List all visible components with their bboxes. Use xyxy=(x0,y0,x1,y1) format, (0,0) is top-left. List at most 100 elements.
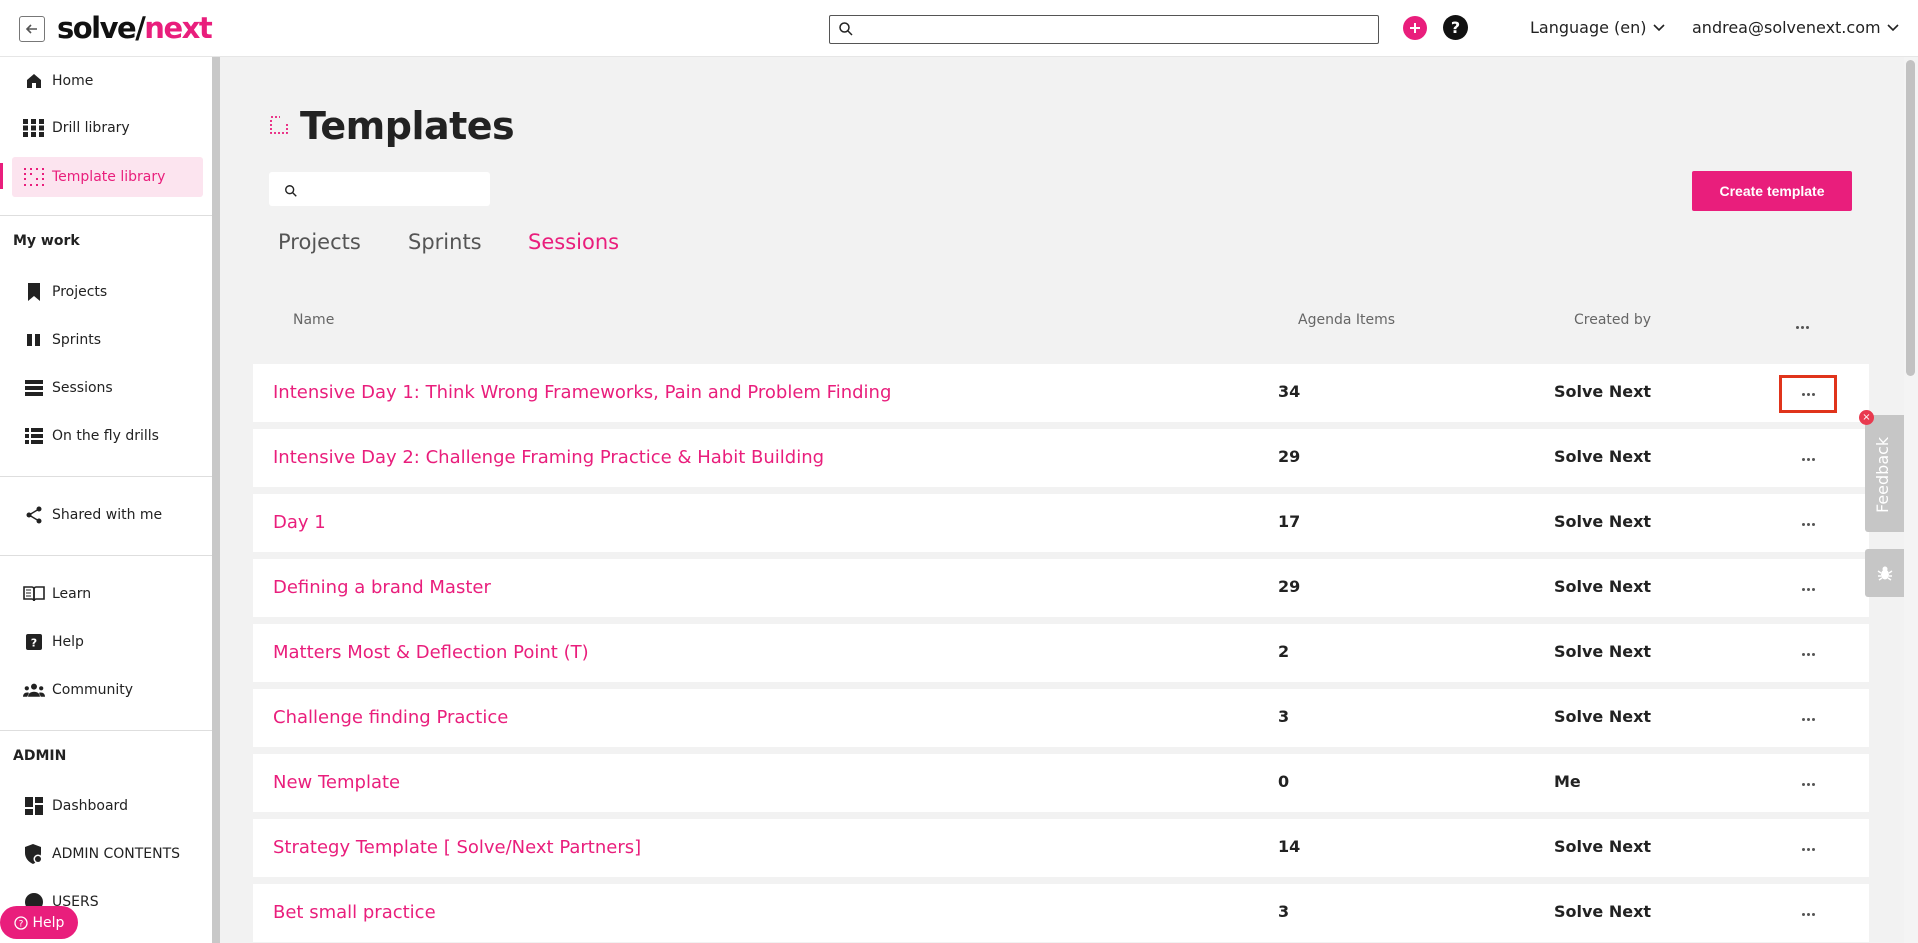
row-actions-button[interactable] xyxy=(1779,895,1837,933)
sidebar-item-help[interactable]: ? Help xyxy=(12,622,203,662)
created-by: Solve Next xyxy=(1554,382,1652,401)
more-options-icon xyxy=(1801,782,1815,786)
close-icon[interactable]: × xyxy=(1859,410,1874,425)
table-row[interactable]: New Template 0 Me xyxy=(253,754,1869,812)
back-button[interactable] xyxy=(19,16,45,42)
sidebar-item-sessions[interactable]: Sessions xyxy=(12,368,203,408)
table-row[interactable]: Challenge finding Practice 3 Solve Next xyxy=(253,689,1869,747)
agenda-items-count: 14 xyxy=(1278,837,1301,856)
row-actions-button[interactable] xyxy=(1779,765,1837,803)
add-button[interactable] xyxy=(1403,16,1427,40)
template-name-link[interactable]: Defining a brand Master xyxy=(273,577,491,598)
help-icon[interactable]: ? xyxy=(1443,15,1468,40)
feedback-label: Feedback xyxy=(1873,436,1892,513)
more-options-icon xyxy=(1801,847,1815,851)
template-name-link[interactable]: Matters Most & Deflection Point (T) xyxy=(273,642,589,663)
template-search-input[interactable] xyxy=(305,177,485,201)
table-row[interactable]: Defining a brand Master 29 Solve Next xyxy=(253,559,1869,617)
columns-icon xyxy=(23,329,45,351)
user-dropdown[interactable]: andrea@solvenext.com xyxy=(1692,18,1899,37)
column-options-icon[interactable] xyxy=(1796,326,1810,330)
table-row[interactable]: Matters Most & Deflection Point (T) 2 Solv… xyxy=(253,624,1869,682)
row-actions-button[interactable] xyxy=(1779,570,1837,608)
tab-projects[interactable]: Projects xyxy=(278,230,361,254)
language-dropdown[interactable]: Language (en) xyxy=(1530,18,1665,37)
sidebar-item-dashboard[interactable]: Dashboard xyxy=(12,786,203,826)
create-template-button[interactable]: Create template xyxy=(1692,171,1852,211)
arrow-left-icon xyxy=(25,24,37,34)
row-actions-button[interactable] xyxy=(1779,635,1837,673)
page-scroll-thumb[interactable] xyxy=(1906,60,1915,376)
agenda-items-count: 29 xyxy=(1278,447,1301,466)
logo-prefix: solve/ xyxy=(57,11,146,45)
created-by: Solve Next xyxy=(1554,902,1652,921)
feedback-tab[interactable]: Feedback xyxy=(1865,415,1904,532)
column-header-name[interactable]: Name xyxy=(293,312,334,328)
agenda-items-count: 3 xyxy=(1278,902,1290,921)
user-email: andrea@solvenext.com xyxy=(1692,18,1881,37)
template-name-link[interactable]: Day 1 xyxy=(273,512,326,533)
row-actions-button[interactable] xyxy=(1779,440,1837,478)
row-actions-button[interactable] xyxy=(1779,700,1837,738)
global-search-input[interactable] xyxy=(860,18,1370,41)
top-bar: solve/next ? Language (en) andrea@solven… xyxy=(0,0,1918,57)
sidebar-item-home[interactable]: Home xyxy=(12,61,203,101)
sidebar-item-template-library[interactable]: Template library xyxy=(12,157,203,197)
global-search[interactable] xyxy=(829,15,1379,44)
logo-accent: next xyxy=(144,11,212,45)
help-square-icon: ? xyxy=(23,631,45,653)
active-indicator xyxy=(0,163,3,189)
sidebar-item-shared-with-me[interactable]: Shared with me xyxy=(12,495,203,535)
bug-report-button[interactable] xyxy=(1865,549,1904,597)
template-name-link[interactable]: Bet small practice xyxy=(273,902,436,923)
template-name-link[interactable]: Intensive Day 1: Think Wrong Frameworks,… xyxy=(273,382,891,403)
template-name-link[interactable]: New Template xyxy=(273,772,400,793)
row-actions-button[interactable] xyxy=(1779,830,1837,868)
sidebar-divider xyxy=(0,476,212,477)
admin-heading: ADMIN xyxy=(13,748,67,764)
sidebar-item-on-the-fly-drills[interactable]: On the fly drills xyxy=(12,416,203,456)
sidebar-scrollbar[interactable] xyxy=(212,57,220,943)
sidebar-item-admin-contents[interactable]: ADMIN CONTENTS xyxy=(12,834,203,874)
tab-sessions[interactable]: Sessions xyxy=(528,230,619,254)
app-logo[interactable]: solve/next xyxy=(57,11,213,45)
dashboard-icon xyxy=(23,795,45,817)
sidebar-divider xyxy=(0,555,212,556)
table-row[interactable]: Intensive Day 1: Think Wrong Frameworks,… xyxy=(253,364,1869,422)
help-circle-icon: ? xyxy=(13,915,28,930)
grid-icon xyxy=(23,117,45,139)
tab-sprints[interactable]: Sprints xyxy=(408,230,482,254)
sidebar-item-sprints[interactable]: Sprints xyxy=(12,320,203,360)
created-by: Solve Next xyxy=(1554,837,1652,856)
row-actions-button[interactable] xyxy=(1779,505,1837,543)
search-icon xyxy=(284,183,298,202)
sidebar-divider xyxy=(0,730,212,731)
column-header-agenda-items[interactable]: Agenda Items xyxy=(1298,312,1395,328)
sidebar-item-community[interactable]: Community xyxy=(12,670,203,710)
table-row[interactable]: Bet small practice 3 Solve Next xyxy=(253,884,1869,942)
column-header-created-by[interactable]: Created by xyxy=(1574,312,1651,328)
more-options-icon xyxy=(1801,457,1815,461)
template-name-link[interactable]: Strategy Template [ Solve/Next Partners] xyxy=(273,837,641,858)
help-pill-button[interactable]: ? Help xyxy=(0,906,78,939)
table-row[interactable]: Day 1 17 Solve Next xyxy=(253,494,1869,552)
sidebar-item-label: Sprints xyxy=(52,332,102,348)
sidebar-item-learn[interactable]: Learn xyxy=(12,574,203,614)
table-row[interactable]: Strategy Template [ Solve/Next Partners]… xyxy=(253,819,1869,877)
sidebar-item-projects[interactable]: Projects xyxy=(12,272,203,312)
share-icon xyxy=(23,504,45,526)
row-actions-button[interactable] xyxy=(1779,375,1837,413)
stack-icon xyxy=(23,377,45,399)
template-name-link[interactable]: Challenge finding Practice xyxy=(273,707,508,728)
created-by: Solve Next xyxy=(1554,707,1652,726)
page-header: Templates xyxy=(268,104,515,148)
sidebar-item-drill-library[interactable]: Drill library xyxy=(12,108,203,148)
template-name-link[interactable]: Intensive Day 2: Challenge Framing Pract… xyxy=(273,447,824,468)
sidebar-item-label: Help xyxy=(52,634,84,650)
table-row[interactable]: Intensive Day 2: Challenge Framing Pract… xyxy=(253,429,1869,487)
sidebar-item-label: Drill library xyxy=(52,120,130,136)
search-icon xyxy=(838,21,854,41)
template-search[interactable] xyxy=(269,172,490,206)
chevron-down-icon xyxy=(1652,23,1665,31)
agenda-items-count: 3 xyxy=(1278,707,1290,726)
